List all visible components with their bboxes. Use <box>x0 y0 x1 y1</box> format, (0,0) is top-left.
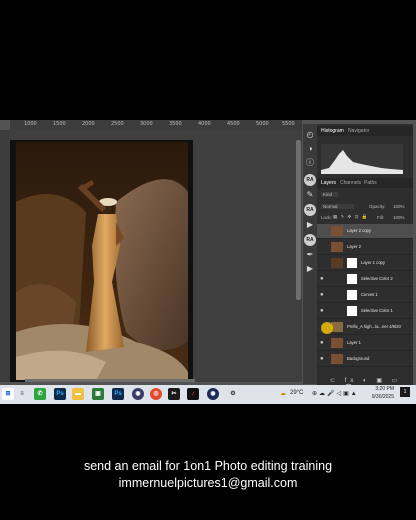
ra-badge[interactable]: RA <box>304 174 316 186</box>
layer-name: Selective Color 2 <box>361 276 393 281</box>
ruler-tick: 5000 <box>256 121 269 127</box>
layer-thumbnail <box>331 354 343 364</box>
tab-channels[interactable]: Channels <box>340 180 361 186</box>
layer-mask-thumbnail <box>347 258 357 268</box>
layer-row[interactable]: ● Curves 1 <box>317 288 413 303</box>
chrome-icon[interactable]: ◎ <box>150 388 162 400</box>
layer-mask-thumbnail <box>347 290 357 300</box>
file-explorer-icon[interactable]: ▬ <box>72 388 84 400</box>
ruler-tick: 3500 <box>169 121 182 127</box>
clock-date[interactable]: 9/30/2025 <box>364 394 394 400</box>
layer-mask-thumbnail <box>347 274 357 284</box>
layer-row[interactable]: Layer 1 copy <box>317 256 413 271</box>
app-2-icon[interactable]: ◉ <box>207 388 219 400</box>
weather-temp[interactable]: 29°C <box>290 390 303 396</box>
windows-start-icon[interactable]: ⊞ <box>2 388 14 400</box>
layer-thumbnail <box>331 306 343 316</box>
layer-mask-thumbnail <box>347 306 357 316</box>
ruler-tick: 2500 <box>111 121 124 127</box>
vertical-ruler <box>0 130 10 382</box>
settings-icon[interactable]: ⚙ <box>227 388 239 400</box>
histogram-tabbar: Histogram Navigator <box>317 126 413 136</box>
ruler-tick: 1500 <box>53 121 66 127</box>
clock-time[interactable]: 3:20 PM <box>368 386 394 392</box>
layer-name: Layer 1 copy <box>361 260 385 265</box>
cursor-highlight <box>321 322 333 334</box>
edited-photo[interactable] <box>16 142 188 380</box>
fill-label: Fill: <box>377 215 384 220</box>
layer-row[interactable]: ● Selective Color 1 <box>317 304 413 319</box>
tray-icons[interactable]: ⊕☁🎤◁▣▲ <box>312 390 359 397</box>
ruler-tick: 2000 <box>82 121 95 127</box>
layer-thumbnail <box>331 242 343 252</box>
actions-icon[interactable]: ▶ <box>305 220 315 230</box>
notification-icon[interactable]: 1 <box>400 387 410 397</box>
ra-badge[interactable]: RA <box>304 234 316 246</box>
eye-icon[interactable]: ● <box>320 276 324 282</box>
panel-icon-strip: ◴ ◑ ⓘ RA ✎ RA ▶ RA ✒ ▶ <box>303 124 317 384</box>
opacity-value[interactable]: 100% <box>393 204 405 209</box>
adjust-icon[interactable]: ◑ <box>305 144 315 154</box>
layer-name: Curves 1 <box>361 292 378 297</box>
layer-row[interactable]: Layer 2 copy <box>317 224 413 239</box>
caption-line-1: send an email for 1on1 Photo editing tra… <box>83 459 333 473</box>
ruler-tick: 5500 <box>282 121 295 127</box>
opacity-label: Opacity: <box>369 204 386 209</box>
photoshop-2-icon[interactable]: Ps <box>112 388 124 400</box>
histogram-graph <box>321 144 403 174</box>
tiktok-icon[interactable]: ♪ <box>187 388 199 400</box>
tab-navigator[interactable]: Navigator <box>348 128 369 134</box>
layer-thumbnail <box>331 226 343 236</box>
tab-layers[interactable]: Layers <box>321 180 336 186</box>
layer-thumbnail <box>331 290 343 300</box>
photoshop-icon[interactable]: Ps <box>54 388 66 400</box>
ruler-tick: 4000 <box>198 121 211 127</box>
store-icon[interactable]: ▣ <box>92 388 104 400</box>
eye-icon[interactable]: ● <box>320 308 324 314</box>
layer-row[interactable]: ● Selective Color 2 <box>317 272 413 287</box>
tab-histogram[interactable]: Histogram <box>321 128 344 134</box>
layer-name: Selective Color 1 <box>361 308 393 313</box>
info-icon[interactable]: ⓘ <box>305 158 315 168</box>
task-view-icon[interactable]: ≡ <box>16 388 28 400</box>
whatsapp-icon[interactable]: ✆ <box>34 388 46 400</box>
eye-icon[interactable]: ● <box>320 340 324 346</box>
layer-thumbnail <box>331 258 343 268</box>
layer-name: Background <box>347 356 370 361</box>
layer-name: Prefix_A high...la...ner 4/8/20 <box>347 324 401 329</box>
app-icon[interactable]: ◉ <box>132 388 144 400</box>
layer-name: Layer 2 <box>347 244 361 249</box>
vertical-scrollbar[interactable] <box>296 140 301 300</box>
capcut-icon[interactable]: ✂ <box>168 388 180 400</box>
play-icon[interactable]: ▶ <box>305 264 315 274</box>
layer-name: Layer 1 <box>347 340 361 345</box>
layers-tabbar: Layers Channels Paths <box>317 178 413 188</box>
kind-filter[interactable]: Kind <box>321 192 339 197</box>
caption-line-2: immernuelpictures1@gmail.com <box>118 476 298 490</box>
ruler-tick: 4500 <box>227 121 240 127</box>
ra-badge[interactable]: RA <box>304 204 316 216</box>
layer-thumbnail <box>331 338 343 348</box>
layer-row[interactable]: ● Layer 1 <box>317 336 413 351</box>
ruler-tick: 1000 <box>24 121 37 127</box>
layer-name: Layer 2 copy <box>347 228 371 233</box>
pen-icon[interactable]: ✒ <box>305 250 315 260</box>
windows-taskbar: ⊞ ≡ ✆ Ps ▬ ▣ Ps ◉ ◎ ✂ ♪ ◉ ⚙ ☁ 29°C ⊕☁🎤◁▣… <box>0 385 416 404</box>
layer-row[interactable]: Layer 2 <box>317 240 413 255</box>
brush-icon[interactable]: ✎ <box>305 190 315 200</box>
history-icon[interactable]: ◴ <box>305 130 315 140</box>
fill-value[interactable]: 100% <box>393 215 405 220</box>
horizontal-scrollbar[interactable] <box>25 379 195 382</box>
layer-row[interactable]: ● Background <box>317 352 413 367</box>
lock-icons[interactable]: ▦ ✎ ✥ ⊡ 🔒 <box>333 214 368 220</box>
eye-icon[interactable]: ● <box>320 292 324 298</box>
eye-icon[interactable]: ● <box>320 356 324 362</box>
weather-icon[interactable]: ☁ <box>280 390 286 397</box>
blend-mode-select[interactable]: Normal <box>321 204 354 209</box>
ruler-tick: 3000 <box>140 121 153 127</box>
lock-label: Lock: <box>321 215 332 220</box>
layer-thumbnail <box>331 274 343 284</box>
tab-paths[interactable]: Paths <box>364 180 377 186</box>
